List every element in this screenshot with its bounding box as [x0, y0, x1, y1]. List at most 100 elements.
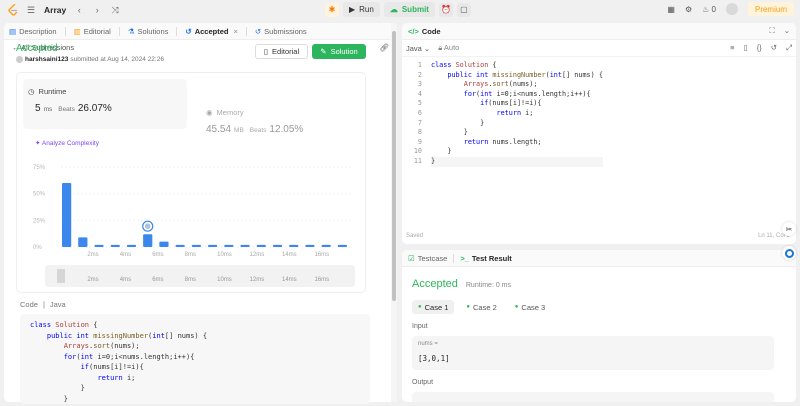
auto-toggle[interactable]: 🔒︎ Auto: [438, 43, 459, 53]
case-label: Case 2: [473, 302, 497, 312]
memory-unit: MB: [234, 127, 244, 134]
bookmark-icon[interactable]: ▯: [744, 43, 748, 53]
left-panel-scrollbar[interactable]: [391, 23, 397, 402]
saved-status: Saved: [406, 233, 424, 239]
beats-label: Beats: [249, 127, 267, 134]
tab-label: Submissions: [264, 26, 307, 36]
submitted-time: submitted at Aug 14, 2024 22:26: [70, 56, 164, 63]
range-selector[interactable]: [45, 265, 355, 287]
book-icon: ▯: [263, 47, 269, 56]
tab-submissions[interactable]: ↺ Submissions: [255, 27, 307, 36]
language-select[interactable]: Java ⌄: [406, 44, 430, 53]
case-label: Case 1: [424, 302, 449, 312]
debug-button[interactable]: ✱: [325, 2, 339, 17]
next-problem-icon[interactable]: ›: [92, 5, 102, 15]
shuffle-icon[interactable]: ⤨: [110, 5, 120, 16]
tab-description[interactable]: ▤ Description: [9, 27, 57, 36]
prev-problem-icon[interactable]: ‹: [74, 5, 84, 15]
analyze-complexity-link[interactable]: ✦ Analyze Complexity: [35, 139, 99, 147]
problem-list-title[interactable]: Array: [44, 5, 66, 15]
expand-icon[interactable]: ⛶: [769, 26, 774, 36]
editorial-button[interactable]: ▯ Editorial: [255, 44, 308, 59]
layout-icon[interactable]: ▦: [667, 5, 675, 14]
test-panel: ☑ Testcase >_ Test Result Accepted Runtime…: [402, 250, 796, 402]
separator: |: [42, 300, 45, 309]
tab-editorial[interactable]: ▥ Editorial: [74, 27, 111, 36]
close-icon[interactable]: ×: [233, 27, 237, 36]
scroll-thumb[interactable]: [392, 31, 396, 301]
problem-list-icon[interactable]: ☰: [26, 5, 36, 16]
notes-button[interactable]: ▢: [456, 2, 471, 17]
tools-float-button[interactable]: ✂: [782, 222, 796, 236]
user-avatar: [16, 56, 23, 63]
code-lines[interactable]: class Solution { public int missingNumbe…: [431, 61, 603, 167]
code-info: Code | Java: [20, 300, 66, 309]
runtime-unit: ms: [43, 106, 53, 113]
book-icon: ▥: [73, 26, 81, 36]
range-tick-label: 6ms: [152, 277, 163, 283]
divider: [453, 253, 455, 263]
case-tab-2[interactable]: ● Case 2: [460, 300, 502, 314]
share-link-icon[interactable]: 🔗︎: [379, 43, 389, 52]
submit-label: Submit: [401, 5, 429, 14]
output-label: Output: [412, 379, 434, 386]
editor-toolbar: Java ⌄ 🔒︎ Auto ≡ ▯ {} ↺ ⤢: [402, 40, 796, 57]
tab-label: Accepted: [194, 26, 229, 36]
checkbox-icon: ☑: [408, 253, 415, 263]
premium-button[interactable]: Premium: [747, 2, 794, 16]
test-status: Accepted: [412, 278, 458, 290]
fullscreen-icon[interactable]: ⤢: [786, 43, 792, 53]
history-icon: ↺: [185, 26, 192, 36]
avatar[interactable]: [725, 3, 738, 15]
leetcode-logo-icon[interactable]: [8, 3, 18, 16]
assistant-float-button[interactable]: [782, 246, 796, 260]
range-tick-label: 2ms: [87, 277, 98, 283]
case-tab-1[interactable]: ● Case 1: [412, 300, 455, 314]
timer-button[interactable]: ⏰: [438, 2, 453, 17]
clock-icon: ◷: [28, 87, 35, 96]
auto-label: Auto: [443, 43, 460, 52]
bug-icon: ✱: [328, 5, 336, 14]
collapse-icon[interactable]: ⌄: [784, 26, 790, 36]
reset-icon[interactable]: ↺: [771, 43, 777, 53]
output-box: [412, 392, 774, 402]
param-name: nums =: [418, 341, 438, 347]
runtime-number: 5: [35, 103, 41, 114]
tab-label: Description: [19, 26, 57, 36]
format-icon[interactable]: ≡: [730, 43, 734, 53]
chat-icon: [784, 248, 794, 258]
tab-label: Editorial: [83, 26, 111, 36]
code-editor[interactable]: 1 2 3 4 5 6 7 8 9 10 11 class Solution { public in…: [402, 61, 796, 231]
tab-test-result[interactable]: >_ Test Result: [460, 254, 511, 263]
test-runtime: Runtime: 0 ms: [465, 282, 511, 289]
run-button[interactable]: ▶ Run: [343, 2, 380, 17]
solution-button[interactable]: ✎ Solution: [312, 44, 366, 59]
submitted-code-block[interactable]: class Solution { public int missingNumbe…: [20, 314, 370, 404]
input-label: Input: [412, 323, 428, 330]
divider: [245, 26, 247, 36]
username[interactable]: harshsaini123: [25, 56, 68, 63]
tab-code[interactable]: </> Code: [408, 27, 441, 36]
edit-icon: ✎: [320, 47, 327, 56]
gear-icon[interactable]: ⚙: [685, 5, 692, 14]
memory-value[interactable]: 45.54 MB Beats 12.05%: [206, 124, 303, 135]
code-tabs: </> Code ⛶ ⌄: [402, 23, 796, 40]
case-tab-3[interactable]: ● Case 3: [509, 300, 551, 314]
tab-testcase[interactable]: ☑ Testcase: [408, 254, 447, 263]
language-label: Java: [406, 43, 422, 53]
submit-button[interactable]: ☁ Submit: [383, 2, 435, 17]
memory-beats: 12.05%: [269, 124, 304, 135]
tab-accepted[interactable]: ↺ Accepted ×: [185, 27, 237, 36]
case-label: Case 3: [521, 302, 546, 312]
divider: [118, 26, 120, 36]
code-icon: </>: [408, 26, 419, 36]
streak-counter[interactable]: ♨ 0: [702, 5, 716, 14]
braces-icon[interactable]: {}: [757, 43, 762, 53]
flask-icon: ⚗: [127, 26, 135, 36]
tab-solutions[interactable]: ⚗ Solutions: [128, 27, 169, 36]
memory-chip-icon: ◉: [206, 108, 213, 117]
runtime-title: ◷ Runtime: [28, 87, 66, 96]
range-tick-label: 12ms: [250, 277, 265, 283]
param-value: [3,0,1]: [418, 354, 450, 363]
code-label: Code: [20, 300, 38, 309]
